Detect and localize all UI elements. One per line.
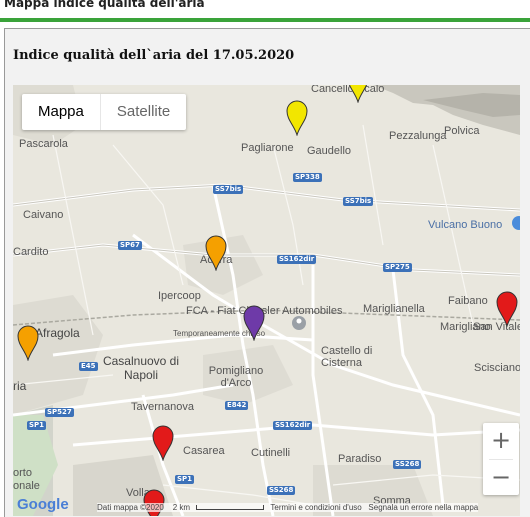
road-shield: SS268: [267, 486, 296, 495]
marker-red-2[interactable]: [152, 425, 174, 461]
zoom-control: + −: [483, 423, 519, 495]
place-tavernanova: Tavernanova: [131, 401, 194, 413]
road-shield: E45: [79, 362, 98, 371]
panel-title: Indice qualità dell`aria del 17.05.2020: [13, 48, 295, 63]
road-shield: SP338: [293, 173, 322, 182]
marker-orange-2[interactable]: [17, 325, 39, 361]
place-polvica: Polvica: [444, 125, 480, 137]
road-shield: SP1: [27, 421, 47, 430]
marker-yellow-1[interactable]: [286, 100, 308, 136]
marker-purple[interactable]: [243, 305, 265, 341]
map-type-map-button[interactable]: Mappa: [22, 94, 101, 130]
place-gaudello: Gaudello: [307, 145, 352, 157]
place-paradiso: Paradiso: [338, 453, 382, 465]
place-afragola: Afragola: [35, 326, 80, 340]
road-shield: SS7bis: [343, 197, 374, 206]
place-scisciano: Scisciano: [474, 362, 520, 374]
window-title: Mappa indice qualità dell'aria: [4, 0, 205, 10]
title-underline: [0, 18, 530, 22]
marker-yellow-2[interactable]: [347, 85, 369, 103]
zoom-out-button[interactable]: −: [483, 460, 519, 496]
road-shield: SP527: [45, 408, 74, 417]
place-cutinelli: Cutinelli: [251, 447, 291, 459]
place-ria: ria: [13, 379, 27, 393]
map-type-satellite-button[interactable]: Satellite: [101, 94, 186, 130]
road-shield: SS162dir: [277, 255, 317, 264]
place-mariglianella: Mariglianella: [363, 303, 425, 315]
map-data-credit: Dati mappa ©2020: [97, 503, 164, 512]
road-shield: SS268: [393, 460, 422, 469]
place-orto: orto: [13, 467, 32, 479]
place-vulcano-buono: Vulcano Buono: [428, 219, 503, 231]
place-pomigliano: Pomigliano d'Arco: [208, 365, 264, 389]
place-pagliarone: Pagliarone: [241, 142, 294, 154]
road-shield: SP1: [175, 475, 195, 484]
report-error-link[interactable]: Segnala un errore nella mappa: [368, 503, 478, 512]
map-view[interactable]: Cancello Scalo Pascarola Pagliarone Gaud…: [13, 85, 520, 516]
marker-orange-1[interactable]: [205, 235, 227, 271]
place-casarea: Casarea: [183, 445, 225, 457]
place-pezzalunga: Pezzalunga: [389, 130, 447, 142]
road-shield: SS162dir: [273, 421, 313, 430]
place-ipercoop: Ipercoop: [158, 290, 201, 302]
map-type-control: Mappa Satellite: [22, 94, 187, 130]
place-pascarola: Pascarola: [19, 138, 68, 150]
road-shield: E842: [225, 401, 249, 410]
place-faibano: Faibano: [448, 295, 488, 307]
terms-link[interactable]: Termini e condizioni d'uso: [270, 503, 361, 512]
place-caivano: Caivano: [23, 209, 64, 221]
place-castello: Castello di Cisterna: [321, 345, 373, 369]
road-shield: SP67: [118, 241, 142, 250]
title-bar: Mappa indice qualità dell'aria: [0, 0, 530, 18]
place-casalnuovo: Casalnuovo di Napoli: [102, 354, 180, 382]
marker-red-1[interactable]: [496, 291, 518, 327]
zoom-in-button[interactable]: +: [483, 423, 519, 459]
scale-label[interactable]: 2 km: [173, 503, 190, 512]
place-cardito: Cardito: [13, 246, 49, 258]
road-shield: SS7bis: [213, 185, 244, 194]
scale-bar: [196, 505, 265, 511]
map-footer: Dati mappa ©2020 2 km Termini e condizio…: [97, 503, 479, 512]
place-onale: onale: [13, 480, 40, 492]
road-shield: SP275: [383, 263, 412, 272]
google-logo[interactable]: Google: [17, 496, 69, 513]
